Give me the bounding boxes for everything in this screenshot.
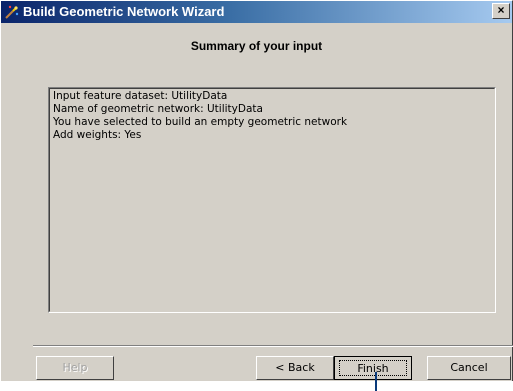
finish-button[interactable]: Finish [334,356,412,380]
summary-line-network-name: Name of geometric network: UtilityData [53,103,263,115]
summary-line-weights: Add weights: Yes [53,129,142,141]
network-wizard-icon [4,4,20,20]
title-bar[interactable]: Build Geometric Network Wizard × [1,1,512,23]
button-separator [33,345,513,347]
back-button[interactable]: < Back [256,356,334,380]
wizard-dialog: Build Geometric Network Wizard × Summary… [0,0,513,381]
close-icon: × [497,3,505,17]
summary-line-build-type: You have selected to build an empty geom… [53,116,348,128]
window-title: Build Geometric Network Wizard [23,4,225,19]
summary-line-dataset: Input feature dataset: UtilityData [53,90,228,102]
finish-button-label: Finish [339,360,407,376]
close-button[interactable]: × [492,3,510,19]
help-button[interactable]: Help [36,356,114,380]
page-heading: Summary of your input [190,39,323,53]
summary-text-area: Input feature dataset: UtilityData Name … [49,88,495,312]
summary-textbox[interactable]: Input feature dataset: UtilityData Name … [48,87,496,313]
cancel-button[interactable]: Cancel [427,356,511,380]
callout-line [375,372,377,391]
